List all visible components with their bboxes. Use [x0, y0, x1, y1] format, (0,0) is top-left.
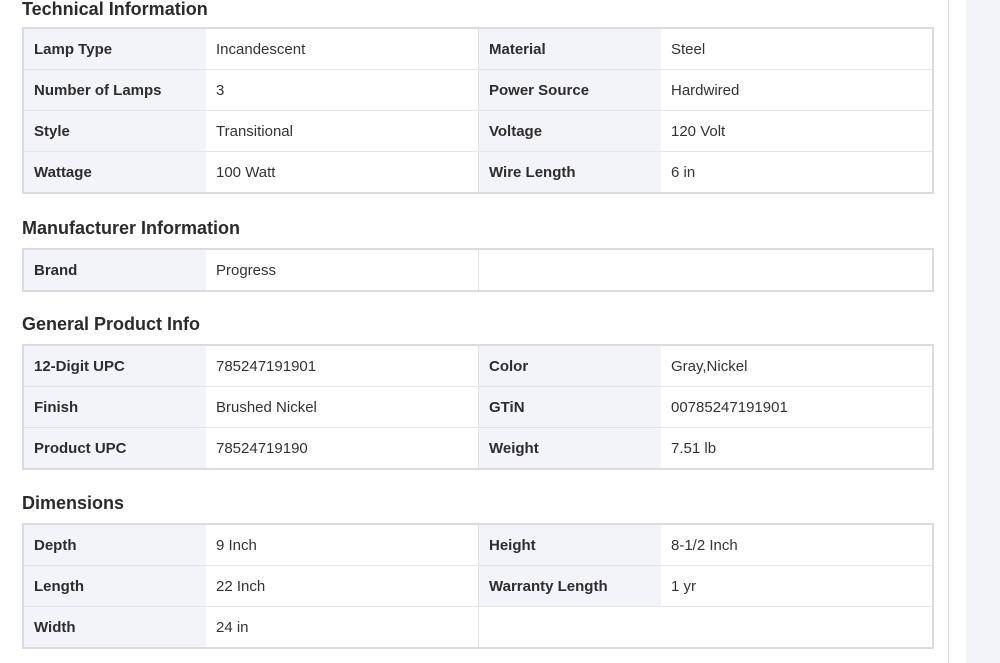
table-row: Width 24 in	[24, 606, 932, 647]
specifications-panel: Technical Information Lamp Type Incandes…	[0, 0, 949, 663]
technical-information-table: Lamp Type Incandescent Material Steel Nu…	[22, 27, 934, 194]
spec-label: Depth	[24, 525, 206, 565]
spec-value: 7.51 lb	[671, 439, 717, 457]
spec-label: Voltage	[479, 111, 661, 151]
table-row: Wattage 100 Watt Wire Length 6 in	[24, 151, 932, 192]
empty-cell	[479, 250, 932, 290]
spec-value: 3	[206, 70, 479, 110]
spec-value: 100 Watt	[206, 152, 479, 192]
spec-value: Steel	[671, 40, 706, 58]
section-title: Manufacturer Information	[22, 218, 241, 238]
spec-value: 6 in	[671, 163, 696, 181]
table-row: Depth 9 Inch Height 8-1/2 Inch	[24, 525, 932, 565]
general-product-info-section: General Product Info 12-Digit UPC 785247…	[22, 312, 934, 470]
table-row: 12-Digit UPC 785247191901 Color Gray,Nic…	[24, 346, 932, 386]
dimensions-table: Depth 9 Inch Height 8-1/2 Inch Length 22…	[22, 523, 934, 649]
spec-value: 24 in	[206, 607, 479, 647]
spec-value: Hardwired	[671, 81, 740, 99]
dimensions-section: Dimensions Depth 9 Inch Height 8-1/2 Inc…	[22, 491, 934, 649]
table-row: Finish Brushed Nickel GTiN 0078524719190…	[24, 386, 932, 427]
spec-label: Width	[24, 607, 206, 647]
spec-value: Incandescent	[206, 29, 479, 69]
section-title: Dimensions	[22, 493, 125, 513]
spec-label: 12-Digit UPC	[24, 346, 206, 386]
spec-value: 1 yr	[671, 577, 697, 595]
spec-label: Finish	[24, 387, 206, 427]
section-title: General Product Info	[22, 314, 201, 334]
spec-label: Wattage	[24, 152, 206, 192]
spec-label: Length	[24, 566, 206, 606]
spec-value: Transitional	[206, 111, 479, 151]
right-margin	[949, 0, 966, 663]
spec-value: 120 Volt	[671, 122, 726, 140]
table-row: Length 22 Inch Warranty Length 1 yr	[24, 565, 932, 606]
spec-label: Style	[24, 111, 206, 151]
spec-label: Brand	[24, 250, 206, 290]
spec-label: Wire Length	[479, 152, 661, 192]
technical-information-section: Technical Information Lamp Type Incandes…	[22, 0, 934, 194]
spec-value: 8-1/2 Inch	[671, 536, 738, 554]
spec-label: Weight	[479, 428, 661, 468]
general-product-info-table: 12-Digit UPC 785247191901 Color Gray,Nic…	[22, 344, 934, 470]
table-row: Brand Progress	[24, 250, 932, 290]
table-row: Product UPC 78524719190 Weight 7.51 lb	[24, 427, 932, 468]
table-row: Number of Lamps 3 Power Source Hardwired	[24, 69, 932, 110]
spec-label: Color	[479, 346, 661, 386]
spec-label: Warranty Length	[479, 566, 661, 606]
spec-value: Progress	[206, 250, 479, 290]
spec-label: Height	[479, 525, 661, 565]
section-title: Technical Information	[22, 0, 208, 19]
spec-value: 00785247191901	[671, 398, 788, 416]
table-row: Style Transitional Voltage 120 Volt	[24, 110, 932, 151]
empty-cell	[479, 607, 932, 647]
manufacturer-information-table: Brand Progress	[22, 248, 934, 292]
spec-value: 9 Inch	[206, 525, 479, 565]
spec-label: Lamp Type	[24, 29, 206, 69]
spec-label: Power Source	[479, 70, 661, 110]
spec-value: 785247191901	[206, 346, 479, 386]
spec-label: Number of Lamps	[24, 70, 206, 110]
spec-label: Material	[479, 29, 661, 69]
table-row: Lamp Type Incandescent Material Steel	[24, 29, 932, 69]
spec-value: 78524719190	[206, 428, 479, 468]
spec-value: 22 Inch	[206, 566, 479, 606]
spec-value: Gray,Nickel	[671, 357, 748, 375]
spec-label: GTiN	[479, 387, 661, 427]
spec-value: Brushed Nickel	[206, 387, 479, 427]
manufacturer-information-section: Manufacturer Information Brand Progress	[22, 216, 934, 292]
spec-label: Product UPC	[24, 428, 206, 468]
